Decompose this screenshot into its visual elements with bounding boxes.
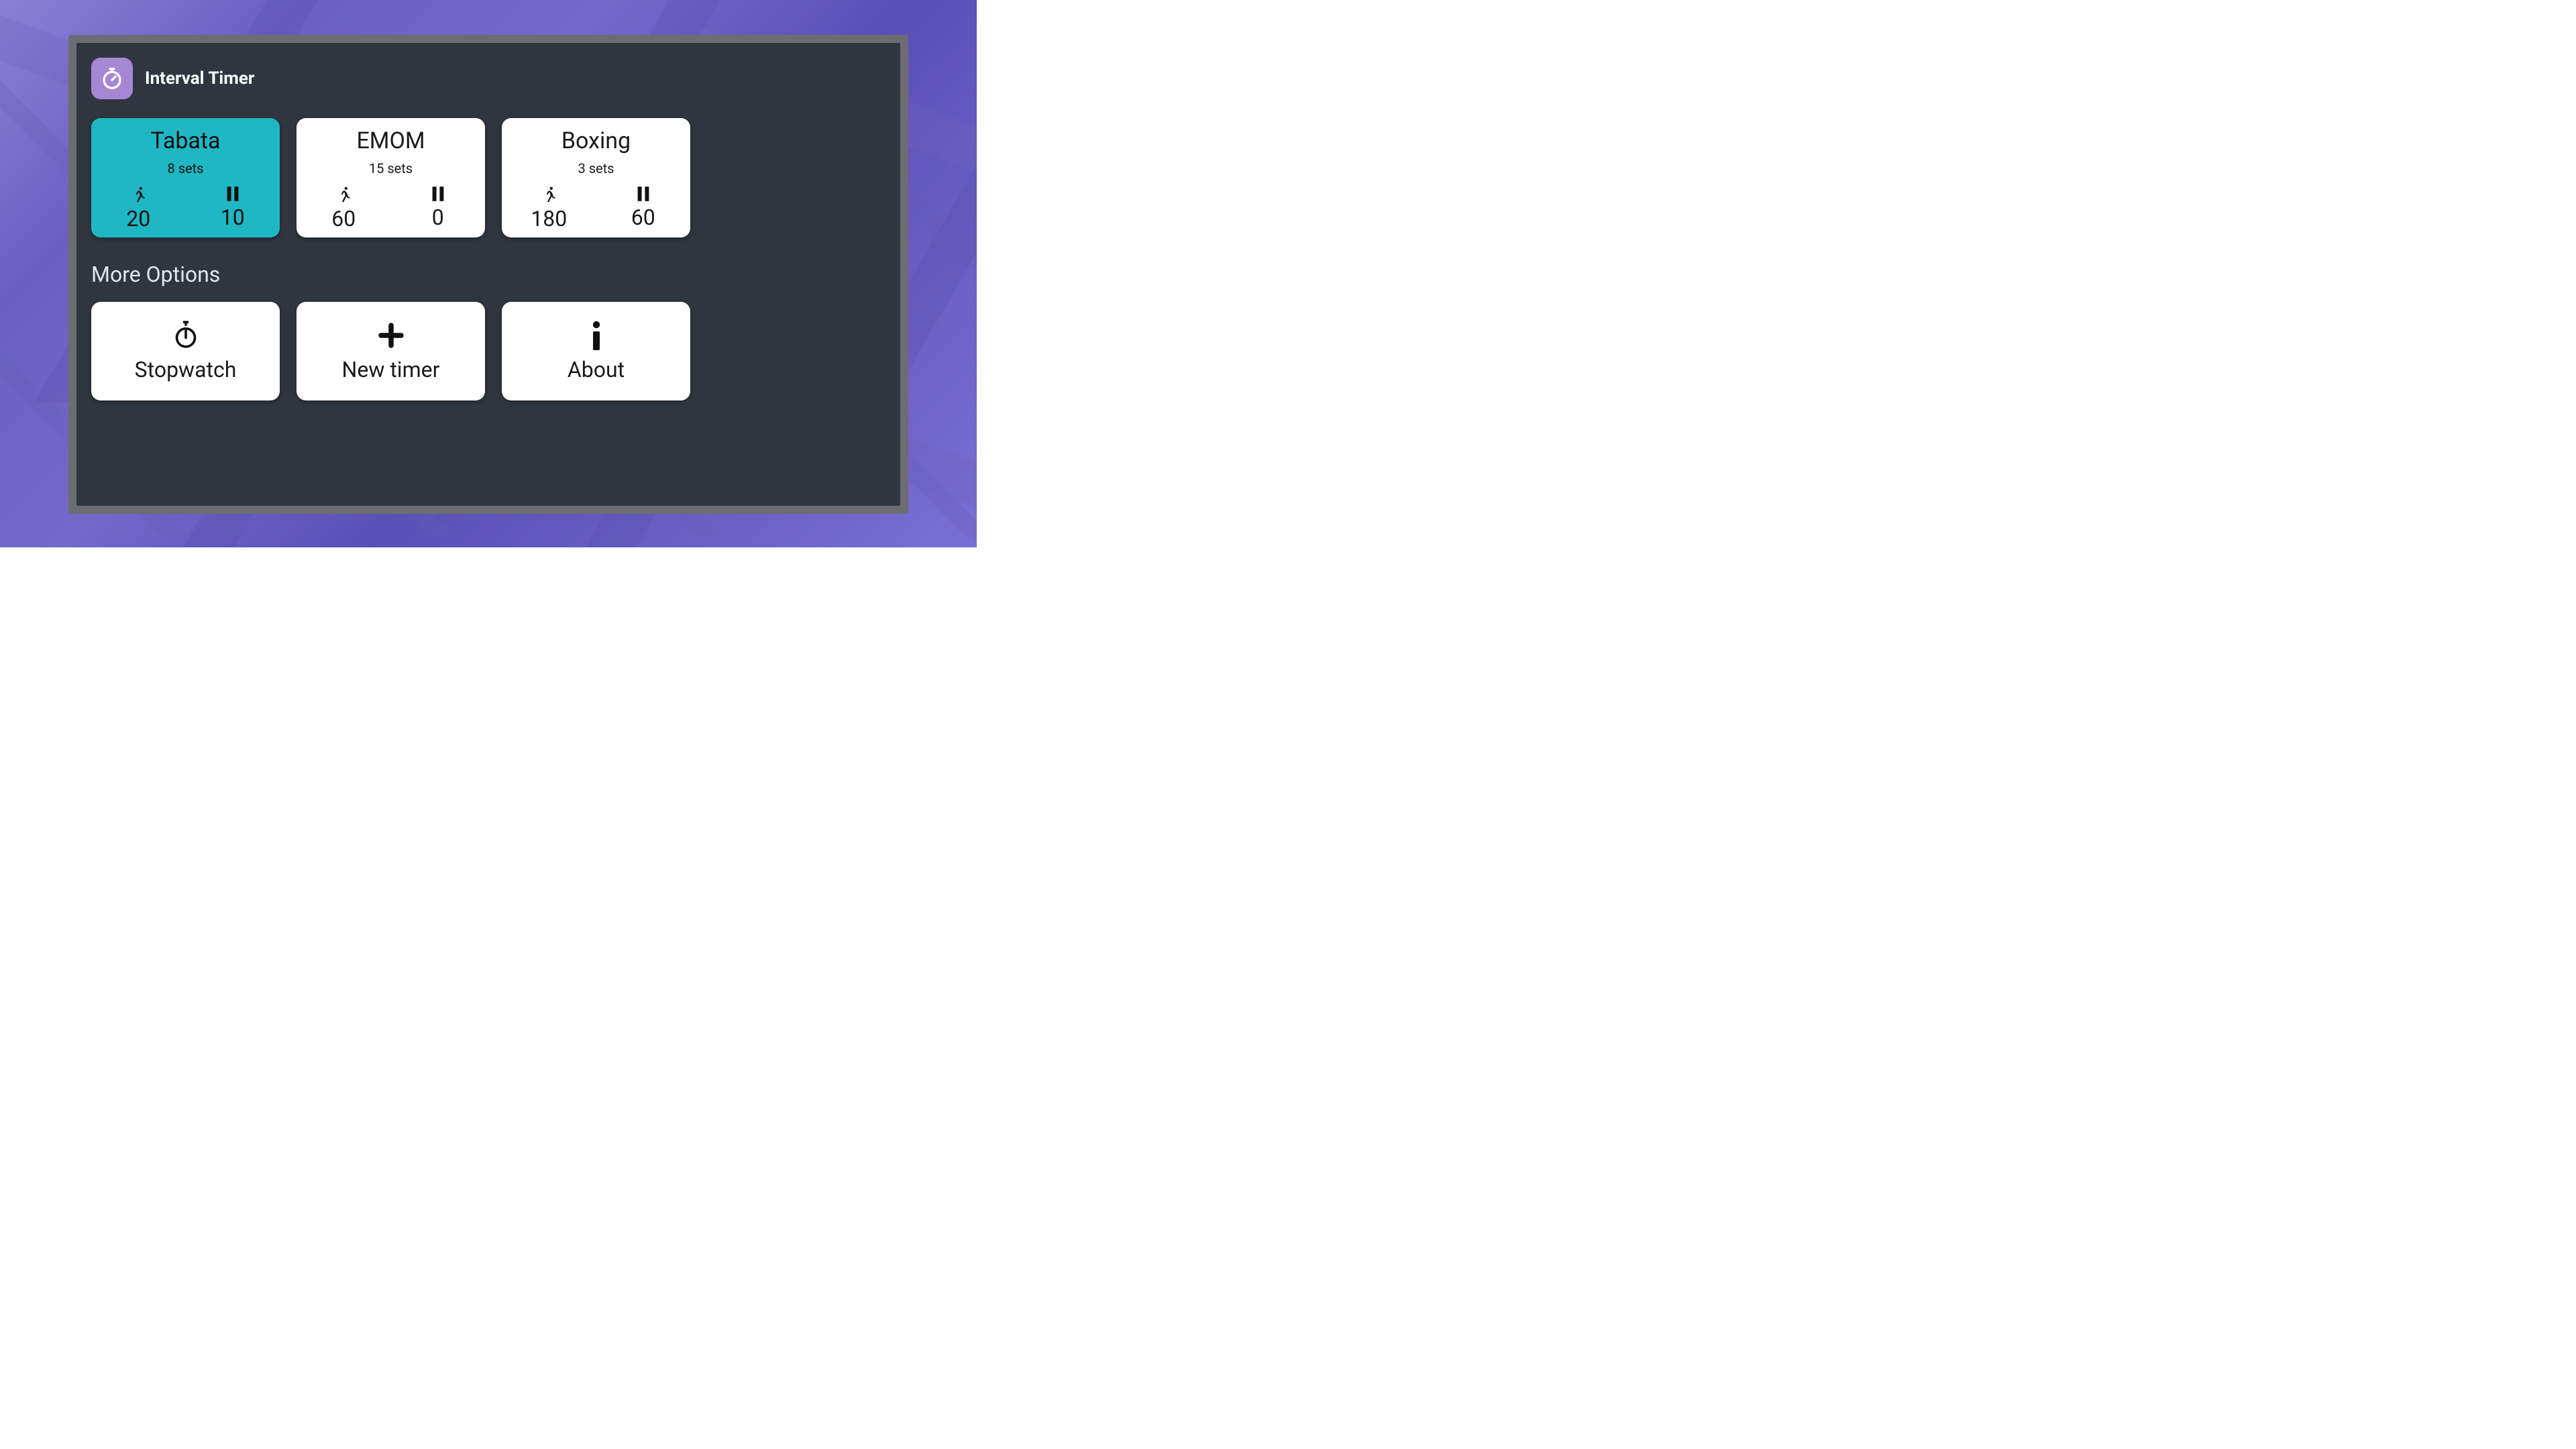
work-stat: 60 (297, 186, 391, 231)
app-icon (91, 58, 133, 99)
work-stat: 180 (502, 186, 596, 231)
option-about[interactable]: About (502, 302, 690, 400)
work-value: 20 (126, 206, 150, 231)
stopwatch-icon (172, 321, 199, 350)
plus-icon (378, 321, 405, 350)
pause-icon (637, 186, 650, 202)
rest-value: 0 (432, 205, 444, 230)
running-icon (129, 186, 147, 203)
option-stopwatch[interactable]: Stopwatch (91, 302, 280, 400)
preset-row: Tabata 8 sets 20 10 EMOM 15 sets (91, 118, 885, 237)
app-screen: Interval Timer Tabata 8 sets 20 10 (76, 43, 900, 506)
preset-title: Tabata (150, 127, 220, 155)
preset-card-emom[interactable]: EMOM 15 sets 60 0 (297, 118, 485, 237)
option-label: Stopwatch (135, 357, 237, 382)
rest-value: 60 (631, 205, 655, 230)
preset-sets: 3 sets (578, 160, 614, 176)
stopwatch-icon (100, 66, 124, 91)
more-options-heading: More Options (91, 262, 885, 287)
rest-stat: 0 (391, 186, 486, 231)
option-label: New timer (342, 357, 440, 382)
option-new-timer[interactable]: New timer (297, 302, 485, 400)
preset-card-boxing[interactable]: Boxing 3 sets 180 60 (502, 118, 690, 237)
rest-stat: 60 (596, 186, 691, 231)
preset-title: Boxing (561, 127, 631, 155)
preset-stats: 20 10 (91, 186, 280, 231)
pause-icon (431, 186, 445, 202)
work-value: 180 (531, 206, 567, 231)
preset-card-tabata[interactable]: Tabata 8 sets 20 10 (91, 118, 280, 237)
running-icon (335, 186, 352, 203)
rest-value: 10 (221, 205, 245, 230)
app-header: Interval Timer (91, 58, 885, 99)
work-stat: 20 (91, 186, 186, 231)
running-icon (540, 186, 557, 203)
work-value: 60 (331, 206, 356, 231)
info-icon (583, 321, 610, 350)
preset-sets: 15 sets (369, 160, 413, 176)
pause-icon (226, 186, 239, 202)
preset-stats: 60 0 (297, 186, 485, 231)
tv-frame: Interval Timer Tabata 8 sets 20 10 (68, 35, 908, 514)
option-label: About (568, 357, 625, 382)
rest-stat: 10 (186, 186, 280, 231)
options-row: Stopwatch New timer About (91, 302, 885, 400)
preset-sets: 8 sets (168, 160, 204, 176)
preset-stats: 180 60 (502, 186, 690, 231)
app-title: Interval Timer (145, 68, 254, 89)
preset-title: EMOM (356, 127, 425, 155)
